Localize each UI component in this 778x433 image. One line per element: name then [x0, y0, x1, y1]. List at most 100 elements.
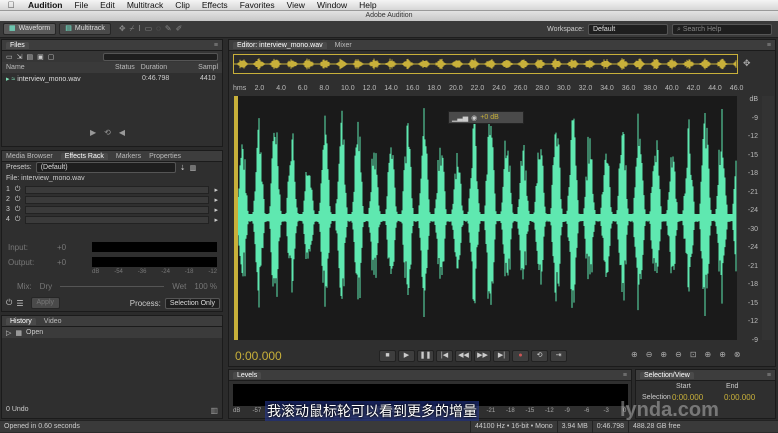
slot-field[interactable] [25, 195, 210, 204]
open-file-icon[interactable]: ▭ [6, 53, 13, 61]
overview-bar[interactable] [233, 54, 738, 74]
panel-menu-icon[interactable]: ≡ [767, 42, 771, 49]
slot-arrow-icon[interactable]: ▸ [214, 206, 218, 214]
loop-icon[interactable]: ⟲ [531, 350, 548, 362]
tab-mixer[interactable]: Mixer [335, 42, 352, 49]
slot-field[interactable] [25, 215, 210, 224]
vertical-scrollbar[interactable] [762, 96, 774, 340]
rack-icon[interactable]: ☰ [16, 299, 23, 308]
multitrack-button[interactable]: ▤ Multitrack [59, 23, 111, 35]
power-icon[interactable]: ⏻ [6, 298, 12, 308]
new-file-icon[interactable]: ▤ [27, 53, 34, 61]
files-search-input[interactable] [103, 52, 218, 61]
timeline-ruler[interactable]: hms 2.0 4.0 6.0 8.0 10.0 12.0 14.0 16.0 18.0 20.0 2… [233, 85, 743, 95]
lasso-icon[interactable]: ◌ [156, 24, 161, 34]
db-ruler[interactable]: dB -9 -12 -15 -18 -21 -24 -30 -24 -21 -18 -15 -12 -9 [738, 96, 760, 344]
slot-arrow-icon[interactable]: ▸ [214, 186, 218, 194]
selection-end-value[interactable]: 0:00.000 [724, 393, 755, 402]
time-select-icon[interactable]: I [138, 24, 140, 34]
go-end-icon[interactable]: ▶| [493, 350, 510, 362]
stop-icon[interactable]: ■ [379, 350, 396, 362]
tab-media-browser[interactable]: Media Browser [6, 153, 53, 160]
tab-editor[interactable]: Editor: interview_mono.wav [233, 41, 327, 49]
zoom-full-icon[interactable]: ⊡ [690, 350, 697, 359]
effect-slot-3[interactable]: 3 ⏻ ▸ [6, 205, 218, 214]
panel-menu-icon[interactable]: ≡ [767, 372, 771, 379]
play-icon[interactable]: ▶ [398, 350, 415, 362]
waveform-button[interactable]: ▦ Waveform [3, 23, 57, 35]
record-icon[interactable]: ● [512, 350, 529, 362]
slot-field[interactable] [25, 205, 210, 214]
save-icon[interactable]: ▣ [37, 53, 44, 61]
apple-icon[interactable]:  [0, 0, 22, 10]
zoom-out-time-icon[interactable]: ⊖ [675, 350, 682, 359]
marquee-icon[interactable]: ▭ [145, 24, 153, 34]
tab-effects-rack[interactable]: Effects Rack [60, 152, 108, 160]
forward-icon[interactable]: ▶▶ [474, 350, 491, 362]
delete-icon[interactable]: ▢ [48, 53, 55, 61]
power-icon[interactable]: ⏻ [15, 196, 21, 204]
slot-arrow-icon[interactable]: ▸ [214, 196, 218, 204]
col-status[interactable]: Status [115, 64, 141, 71]
slot-arrow-icon[interactable]: ▸ [214, 216, 218, 224]
power-icon[interactable]: ⏻ [15, 216, 21, 224]
levels-tab[interactable]: Levels [233, 371, 262, 379]
skip-icon[interactable]: ⇥ [550, 350, 567, 362]
panel-menu-icon[interactable]: ≡ [214, 42, 218, 49]
tab-markers[interactable]: Markers [116, 153, 141, 160]
brush-icon[interactable]: ✎ [165, 24, 172, 34]
zoom-in-amp-icon[interactable]: ⊕ [631, 350, 638, 359]
panel-menu-icon[interactable]: ≡ [623, 372, 627, 379]
razor-tool-icon[interactable]: ⌿ [130, 24, 135, 34]
workspace-select[interactable]: Default [588, 23, 668, 35]
power-icon[interactable]: ⏻ [15, 206, 21, 214]
spot-heal-icon[interactable]: ✐ [176, 24, 183, 34]
zoom-in-time-icon[interactable]: ⊕ [660, 350, 667, 359]
trash-icon[interactable]: ▥ [190, 164, 197, 172]
apply-button[interactable]: Apply [30, 297, 61, 309]
volume-value[interactable]: +0 dB [480, 114, 499, 121]
menu-help[interactable]: Help [353, 0, 382, 10]
zoom-selection-icon[interactable]: ⊗ [734, 350, 741, 359]
loop-icon[interactable]: ⟲ [104, 128, 111, 137]
col-sample[interactable]: Sampl [198, 64, 218, 71]
pause-icon[interactable]: ❚❚ [417, 350, 434, 362]
move-tool-icon[interactable]: ✥ [119, 24, 126, 34]
zoom-full-icon[interactable]: ✥ [743, 58, 751, 69]
effect-slot-1[interactable]: 1 ⏻ ▸ [6, 185, 218, 194]
files-tab[interactable]: Files [6, 41, 29, 49]
import-icon[interactable]: ⇲ [17, 53, 23, 61]
zoom-in-right-icon[interactable]: ⊕ [719, 350, 726, 359]
zoom-in-left-icon[interactable]: ⊕ [705, 350, 712, 359]
expand-icon[interactable]: ▸ [6, 76, 10, 83]
file-row[interactable]: ▸ ≈ interview_mono.wav 0:46.798 4410 [2, 73, 222, 84]
menu-window[interactable]: Window [311, 0, 353, 10]
col-duration[interactable]: Duration [141, 64, 198, 71]
waveform-display[interactable]: ▁▃▅ ◉ +0 dB [233, 96, 737, 340]
tab-video[interactable]: Video [44, 318, 62, 325]
play-icon[interactable]: ▶ [90, 128, 96, 137]
zoom-out-amp-icon[interactable]: ⊖ [646, 350, 653, 359]
menu-file[interactable]: File [68, 0, 94, 10]
process-select[interactable]: Selection Only [164, 297, 220, 309]
speaker-icon[interactable]: ◀ [119, 128, 125, 137]
menu-app[interactable]: Audition [22, 0, 68, 10]
volume-hud[interactable]: ▁▃▅ ◉ +0 dB [448, 111, 524, 124]
menu-clip[interactable]: Clip [169, 0, 196, 10]
menu-multitrack[interactable]: Multitrack [121, 0, 169, 10]
search-help-input[interactable]: ⌕ Search Help [672, 23, 772, 35]
volume-knob-icon[interactable]: ◉ [471, 114, 477, 122]
slot-field[interactable] [25, 185, 210, 194]
playhead[interactable] [234, 96, 238, 340]
selection-view-tab[interactable]: Selection/View [640, 371, 694, 379]
tab-history[interactable]: History [6, 317, 36, 325]
menu-edit[interactable]: Edit [94, 0, 121, 10]
menu-effects[interactable]: Effects [196, 0, 234, 10]
save-preset-icon[interactable]: ⇣ [180, 164, 186, 172]
effect-slot-2[interactable]: 2 ⏻ ▸ [6, 195, 218, 204]
history-delete-icon[interactable]: ▥ [210, 406, 218, 415]
power-icon[interactable]: ⏻ [15, 186, 21, 194]
col-name[interactable]: Name [6, 64, 115, 71]
menu-view[interactable]: View [281, 0, 311, 10]
go-start-icon[interactable]: |◀ [436, 350, 453, 362]
